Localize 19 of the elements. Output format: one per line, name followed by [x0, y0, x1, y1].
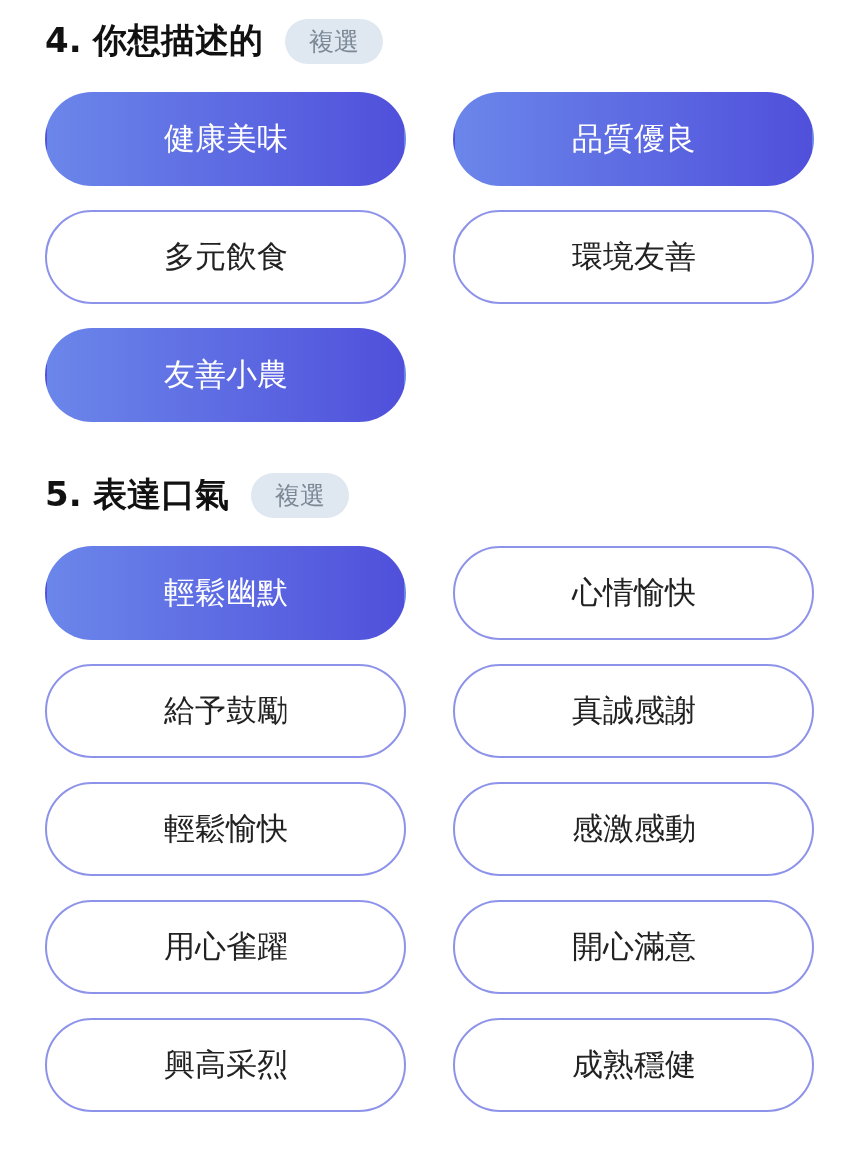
- option-button[interactable]: 心情愉快: [453, 546, 814, 640]
- option-button[interactable]: 成熟穩健: [453, 1018, 814, 1112]
- option-button[interactable]: 真誠感謝: [453, 664, 814, 758]
- question-title: 5. 表達口氣: [45, 473, 230, 516]
- multi-select-badge: 複選: [251, 472, 350, 518]
- multi-select-badge: 複選: [285, 18, 384, 64]
- option-button[interactable]: 多元飲食: [45, 210, 406, 304]
- option-button[interactable]: 感激感動: [453, 782, 814, 876]
- option-button[interactable]: 開心滿意: [453, 900, 814, 994]
- option-button[interactable]: 友善小農: [45, 328, 406, 422]
- option-button[interactable]: 給予鼓勵: [45, 664, 406, 758]
- option-button[interactable]: 品質優良: [453, 92, 814, 186]
- option-button[interactable]: 興高采烈: [45, 1018, 406, 1112]
- option-button[interactable]: 輕鬆幽默: [45, 546, 406, 640]
- option-button[interactable]: 環境友善: [453, 210, 814, 304]
- option-button[interactable]: 健康美味: [45, 92, 406, 186]
- question-title: 4. 你想描述的: [45, 19, 264, 62]
- option-button[interactable]: 用心雀躍: [45, 900, 406, 994]
- option-button[interactable]: 輕鬆愉快: [45, 782, 406, 876]
